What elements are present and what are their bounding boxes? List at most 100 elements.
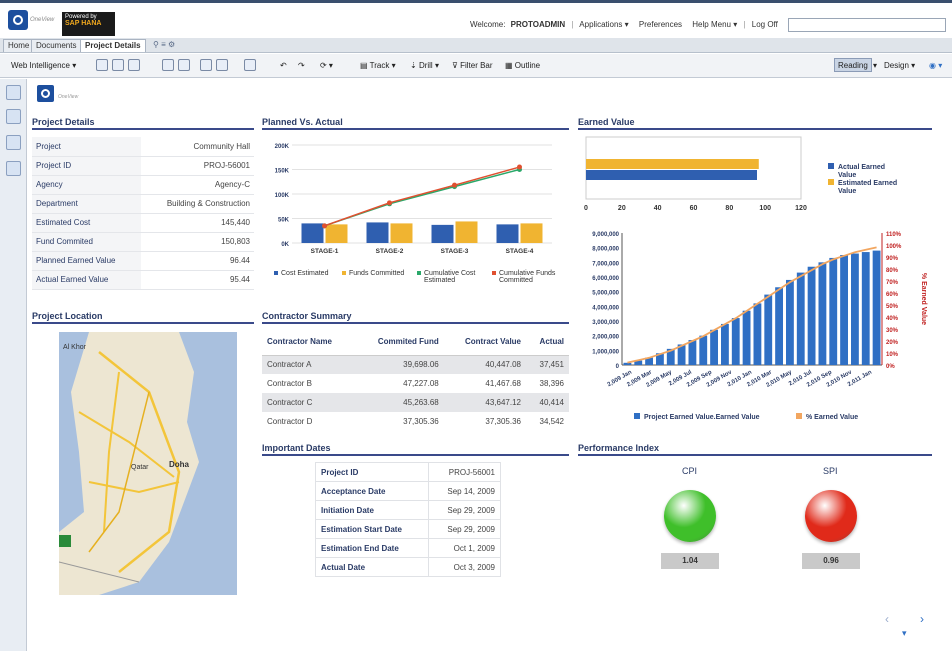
tab-options-icon[interactable]: ⚲ ≡ ⚙ [153,40,175,49]
previous-page-icon[interactable]: ‹ [885,612,889,626]
series-line [324,168,520,227]
hierarchy-icon[interactable] [6,109,21,124]
series-line [324,166,520,227]
undo-icon[interactable]: ↶ [280,59,287,73]
y-tick-label: 6,000,000 [592,276,619,282]
table-row: Estimated Cost 145,440 [32,213,254,233]
tab-documents[interactable]: Documents [31,39,82,52]
web-intelligence-menu[interactable]: Web Intelligence ▾ [11,59,76,73]
table-cell: Contractor C [262,393,356,412]
table-row: Planned Earned Value 96.44 [32,251,254,271]
data-point [322,223,327,229]
open-folder-icon[interactable] [112,59,124,71]
date-value: Oct 3, 2009 [427,557,502,577]
map-label-al-khor: Al Khor [63,344,86,351]
tab-project-details[interactable]: Project Details [80,39,146,52]
print-icon[interactable] [162,59,174,71]
redo-icon[interactable]: ↷ [298,59,305,73]
chevron-down-icon: ▾ [622,20,629,29]
project-details-header: Project Details [32,117,254,130]
table-row: Actual Date Oct 3, 2009 [315,557,502,577]
copy-icon[interactable] [200,59,212,71]
earned-value-trend-chart: 0 1,000,000 2,000,000 3,000,000 4,000,000 5,0… [592,232,927,421]
data-point [452,182,457,188]
bar [586,159,759,169]
bar [872,250,881,365]
bar [807,266,816,365]
important-dates-table: Project ID PROJ-56001 Acceptance Date Sep 1… [315,462,502,577]
export-icon[interactable] [216,59,228,71]
drill-button[interactable]: ⇣ Drill ▾ [410,59,439,73]
help-icon[interactable]: ◉ ▾ [929,59,942,73]
detail-label: Project [32,137,141,157]
reading-mode-button[interactable]: Reading [834,58,872,72]
view-icon[interactable] [244,59,256,71]
bar [764,294,773,365]
chevron-down-icon[interactable]: ▾ [873,59,877,73]
table-row: Project ID PROJ-56001 [32,156,254,176]
outline-button[interactable]: ▦ Outline [505,59,540,73]
scroll-down-icon[interactable]: ▾ [902,628,907,639]
series-line [627,246,877,364]
y-tick-label: 2,000,000 [592,335,619,341]
bar [786,279,794,365]
map-label-doha: Doha [169,460,189,469]
log-off-link[interactable]: Log Off [752,20,778,29]
y2-tick-label: 90% [886,256,899,262]
bar [731,318,740,365]
table-cell: 39,698.06 [355,355,444,374]
filter-bar-button[interactable]: ⊽ Filter Bar [452,59,493,73]
date-value: PROJ-56001 [427,462,502,482]
app-logo: OneView [8,10,58,36]
save-icon[interactable] [128,59,140,71]
legend-label: Cumulative Cost [424,270,475,277]
planned-vs-actual-chart: 0K 50K 100K 150K 200K STAGE-1 STAGE-2 STAGE-3 ST… [274,144,556,284]
input-controls-icon[interactable] [6,135,21,150]
refresh-icon[interactable]: ⟳ ▾ [320,59,333,73]
bar [840,255,848,365]
date-value: Sep 29, 2009 [427,519,502,539]
spi-status-indicator [805,490,857,542]
legend-swatch [828,163,834,169]
y2-tick-label: 40% [886,316,899,322]
column-header[interactable]: Actual [526,329,569,356]
detail-label: Agency [32,175,141,195]
detail-label: Estimated Cost [32,213,141,233]
powered-by-badge: Powered by SAP HANA [62,12,115,36]
report-logo: OneView [37,85,97,107]
find-icon[interactable] [178,59,190,71]
left-side-panel [0,79,27,651]
table-cell: 40,414 [526,393,569,412]
project-location-map[interactable]: Al Khor Qatar Doha [59,332,237,595]
help-menu[interactable]: Help Menu [692,20,731,29]
bar [753,303,762,365]
y2-tick-label: 110% [886,232,902,238]
contractor-summary-header: Contractor Summary [262,311,569,324]
tab-home[interactable]: Home [3,39,35,52]
legend-label: Funds Committed [349,270,404,277]
detail-value: 150,803 [140,232,254,252]
detail-value: Agency-C [140,175,254,195]
y-tick-label: 3,000,000 [592,320,619,326]
x-tick-label: 60 [690,205,698,212]
search-input[interactable] [788,18,946,32]
table-cell: 41,467.68 [485,379,521,388]
column-header[interactable]: Contract Value [443,329,526,356]
web-service-icon[interactable] [6,161,21,176]
performance-index-header: Performance Index [578,443,932,456]
column-header[interactable]: Contractor Name [262,329,356,356]
track-button[interactable]: ▤ Track ▾ [360,59,396,73]
preferences-link[interactable]: Preferences [639,20,682,29]
bar [496,224,519,243]
x-tick-label: 0 [584,205,588,212]
x-tick-label: STAGE-3 [441,248,469,255]
next-page-icon[interactable]: › [920,612,924,626]
column-header[interactable]: Commited Fund [355,329,444,356]
document-structure-icon[interactable] [6,85,21,100]
design-mode-button[interactable]: Design ▾ [884,59,915,73]
date-value: Sep 29, 2009 [427,500,502,520]
new-document-icon[interactable] [96,59,108,71]
legend-label: Cost Estimated [281,270,329,277]
y2-tick-label: 70% [886,280,899,286]
applications-menu[interactable]: Applications [579,20,622,29]
